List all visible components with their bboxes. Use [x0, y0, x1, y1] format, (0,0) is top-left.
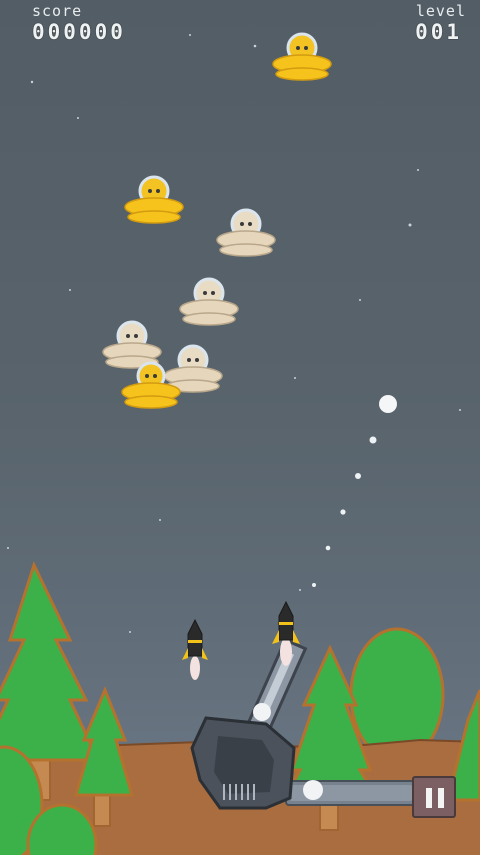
pause-button[interactable] — [412, 776, 456, 818]
ufo-beige — [179, 277, 239, 326]
power-meter-knob — [303, 780, 323, 800]
game-stage[interactable]: score 000000 level 001 — [0, 0, 480, 855]
star-field — [7, 34, 461, 633]
pause-icon — [438, 788, 444, 808]
ufo-beige — [216, 208, 276, 257]
power-meter — [285, 780, 417, 806]
aim-trajectory — [312, 436, 377, 587]
game-scene — [0, 32, 480, 855]
loaded-ball — [253, 703, 271, 721]
cannon[interactable] — [190, 637, 308, 810]
ufo-yellow — [124, 175, 184, 224]
ufo-beige — [102, 320, 162, 369]
cannonball — [379, 395, 397, 413]
ufo-yellow — [272, 32, 332, 81]
level-label: level — [415, 2, 466, 20]
score-value: 000000 — [32, 20, 126, 44]
rocket-left — [182, 618, 208, 680]
pause-icon — [426, 788, 432, 808]
ufo-beige — [163, 344, 223, 393]
score-label: score — [32, 2, 83, 20]
level-value: 001 — [415, 20, 462, 44]
